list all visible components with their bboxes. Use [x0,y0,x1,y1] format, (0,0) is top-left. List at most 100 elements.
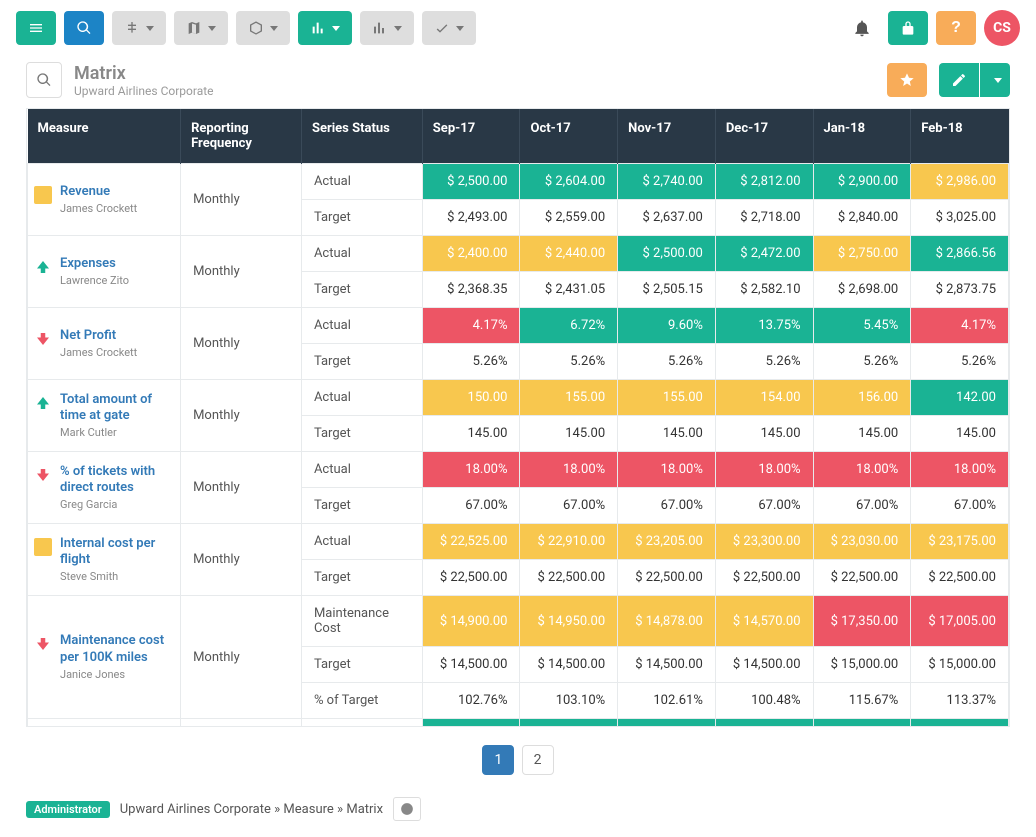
value-cell[interactable]: 18.00% [520,452,618,488]
value-cell[interactable]: 145.00 [911,416,1009,452]
measure-cell[interactable]: % of tickets with direct routesGreg Garc… [28,452,181,524]
value-cell[interactable]: 142.00 [911,380,1009,416]
value-cell[interactable]: $ 2,493.00 [422,200,520,236]
value-cell[interactable]: $ 17,350.00 [813,596,911,647]
history-button[interactable] [393,797,421,821]
measure-cell[interactable]: Maintenance cost per 100K milesJanice Jo… [28,596,181,719]
value-cell[interactable]: $ 2,698.00 [813,272,911,308]
value-cell[interactable]: $ 2,505.15 [618,272,716,308]
value-cell[interactable]: 113.37% [911,683,1009,719]
favorite-button[interactable] [887,63,927,97]
value-cell[interactable]: $ 2,750.00 [813,236,911,272]
check-dropdown[interactable] [422,11,476,45]
value-cell[interactable]: 145.00 [813,416,911,452]
user-avatar[interactable]: CS [984,10,1020,46]
col-month-0[interactable]: Sep-17 [422,109,520,164]
value-cell[interactable]: 67.00% [813,488,911,524]
value-cell[interactable]: $ 14,500.00 [520,647,618,683]
col-measure[interactable]: Measure [28,109,181,164]
value-cell[interactable]: 115.67% [813,683,911,719]
value-cell[interactable]: $ 23,205.00 [618,524,716,560]
value-cell[interactable]: $ 23,300.00 [715,524,813,560]
measure-name[interactable]: Maintenance cost per 100K miles [60,633,168,666]
value-cell[interactable]: $ 22,500.00 [911,560,1009,596]
value-cell[interactable]: $ 14,570.00 [715,596,813,647]
chart-dropdown-active[interactable] [298,11,352,45]
map-dropdown[interactable] [174,11,228,45]
value-cell[interactable]: $ 2,368.35 [422,272,520,308]
edit-button[interactable] [939,63,979,97]
report-dropdown[interactable] [360,11,414,45]
value-cell[interactable]: 18.00% [813,452,911,488]
value-cell[interactable]: 67.00% [911,488,1009,524]
value-cell[interactable]: 18.00% [715,452,813,488]
value-cell[interactable]: $ 15,000.00 [813,647,911,683]
value-cell[interactable]: 9.60% [618,308,716,344]
value-cell[interactable]: $ 2,812.00 [715,164,813,200]
value-cell[interactable]: 5.26% [520,344,618,380]
value-cell[interactable]: $ 14,500.00 [715,647,813,683]
measure-name[interactable]: % of tickets with direct routes [60,464,168,497]
value-cell[interactable]: $ 22,500.00 [520,560,618,596]
value-cell[interactable]: $ 22,500.00 [422,560,520,596]
value-cell[interactable]: $ 22,910.00 [520,524,618,560]
lock-button[interactable] [888,11,928,45]
col-month-5[interactable]: Feb-18 [911,109,1009,164]
value-cell[interactable]: 145.00 [715,416,813,452]
value-cell[interactable]: $ 22,500.00 [813,560,911,596]
page-1[interactable]: 1 [482,745,514,775]
col-month-1[interactable]: Oct-17 [520,109,618,164]
value-cell[interactable]: 102.61% [618,683,716,719]
measure-cell[interactable]: Internal cost per flightSteve Smith [28,524,181,596]
value-cell[interactable]: $ 2,986.00 [911,164,1009,200]
col-month-3[interactable]: Dec-17 [715,109,813,164]
value-cell[interactable]: 4.17% [911,308,1009,344]
value-cell[interactable]: 145.00 [422,416,520,452]
value-cell[interactable]: $ 2,500.00 [618,236,716,272]
measure-name[interactable]: Expenses [60,256,129,272]
measure-cell[interactable]: ExpensesLawrence Zito [28,236,181,308]
value-cell[interactable]: 5.26% [422,344,520,380]
help-button[interactable]: ? [936,11,976,45]
measure-name[interactable]: Net Profit [60,328,137,344]
value-cell[interactable]: $ 2,740.00 [618,164,716,200]
value-cell[interactable]: 13.75% [715,308,813,344]
value-cell[interactable]: $ 2,500.00 [422,164,520,200]
value-cell[interactable]: $ 14,500.00 [618,647,716,683]
value-cell[interactable]: 145.00 [618,416,716,452]
page-2[interactable]: 2 [522,745,554,775]
value-cell[interactable]: $ 15,000.00 [911,647,1009,683]
value-cell[interactable]: $ 2,637.00 [618,200,716,236]
value-cell[interactable]: $ 2,400.00 [422,236,520,272]
notifications-button[interactable] [844,10,880,46]
value-cell[interactable]: $ 2,431.05 [520,272,618,308]
value-cell[interactable]: 5.26% [715,344,813,380]
header-search-button[interactable] [26,62,62,98]
value-cell[interactable]: $ 22,525.00 [422,524,520,560]
value-cell[interactable]: $ 23,175.00 [911,524,1009,560]
col-series[interactable]: Series Status [301,109,422,164]
value-cell[interactable]: $ 23,030.00 [813,524,911,560]
measure-cell[interactable]: Total amount of time at gateMark Cutler [28,380,181,452]
value-cell[interactable]: 154.00 [715,380,813,416]
value-cell[interactable]: 156.00 [813,380,911,416]
measure-name[interactable]: Total amount of time at gate [60,392,168,425]
value-cell[interactable]: 67.00% [422,488,520,524]
org-dropdown[interactable] [112,11,166,45]
value-cell[interactable]: $ 14,878.00 [618,596,716,647]
value-cell[interactable]: $ 2,840.00 [813,200,911,236]
value-cell[interactable]: $ 2,559.00 [520,200,618,236]
edit-dropdown-toggle[interactable] [980,63,1010,97]
value-cell[interactable]: 150.00 [422,380,520,416]
value-cell[interactable]: $ 2,440.00 [520,236,618,272]
col-month-2[interactable]: Nov-17 [618,109,716,164]
value-cell[interactable]: 5.26% [813,344,911,380]
measure-name[interactable]: Internal cost per flight [60,536,168,569]
value-cell[interactable]: $ 22,500.00 [618,560,716,596]
measure-cell[interactable]: Net ProfitJames Crockett [28,308,181,380]
value-cell[interactable]: $ 2,472.00 [715,236,813,272]
value-cell[interactable]: $ 2,718.00 [715,200,813,236]
value-cell[interactable]: $ 14,500.00 [422,647,520,683]
value-cell[interactable]: $ 17,005.00 [911,596,1009,647]
value-cell[interactable]: $ 14,950.00 [520,596,618,647]
